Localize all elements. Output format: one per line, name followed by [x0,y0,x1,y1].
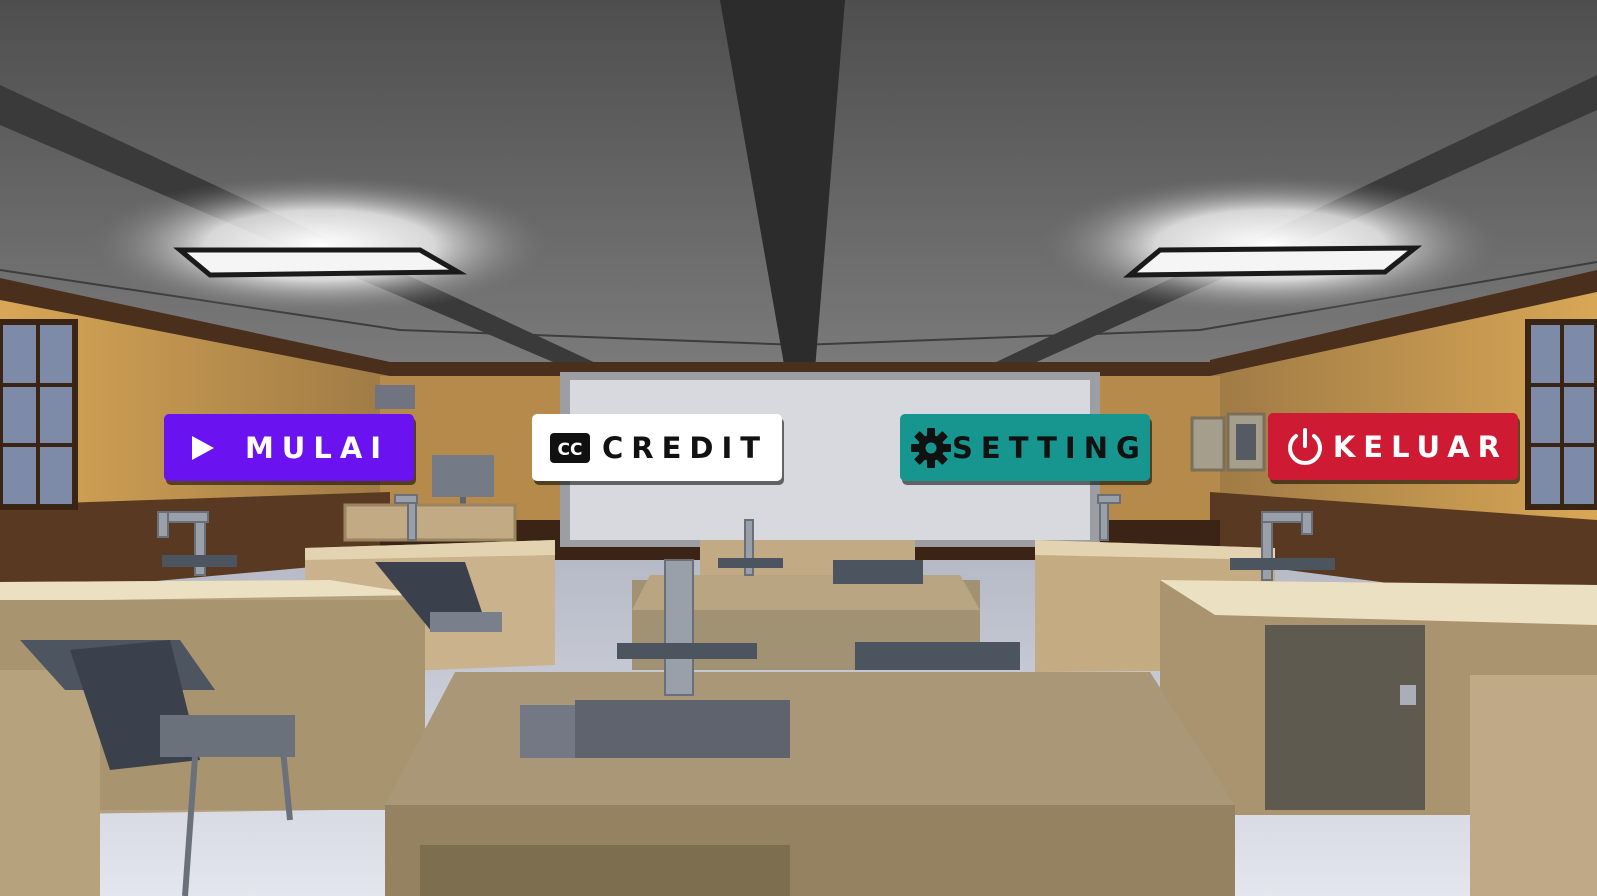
mulai-button[interactable]: MULAI [164,414,414,481]
gear-icon [910,420,952,476]
cc-icon: CC [542,420,598,476]
cc-icon-text: CC [558,440,583,460]
keluar-button[interactable]: KELUAR [1268,413,1518,480]
keluar-button-label: KELUAR [1332,429,1508,464]
setting-button[interactable]: SETTING [900,414,1150,481]
power-icon [1278,419,1333,475]
mulai-button-label: MULAI [244,430,390,465]
setting-button-label: SETTING [952,430,1148,465]
play-icon [174,420,230,476]
credit-button[interactable]: CC CREDIT [532,414,782,481]
credit-button-label: CREDIT [601,430,769,465]
